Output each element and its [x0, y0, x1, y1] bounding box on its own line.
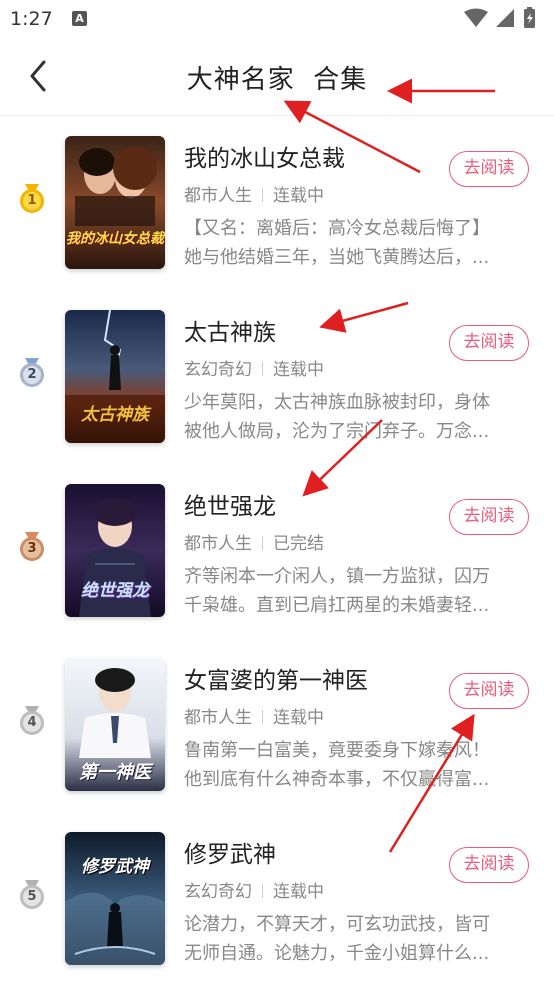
book-cover[interactable]: 太古神族 — [65, 310, 165, 443]
description-line: 论潜力，不算天才，可玄功武技，皆可 — [184, 914, 490, 935]
top-nav: 大神名家 合集 — [0, 38, 554, 116]
book-title[interactable]: 我的冰山女总裁 — [184, 139, 345, 173]
book-status: 连载中 — [273, 708, 324, 728]
book-description: 齐等闲本一介闲人，镇一方监狱，囚万 千枭雄。直到已肩扛两星的未婚妻轻... — [184, 562, 524, 620]
book-title[interactable]: 太古神族 — [184, 313, 276, 347]
read-button[interactable]: 去阅读 — [449, 673, 529, 709]
book-title[interactable]: 绝世强龙 — [184, 487, 276, 521]
cover-title: 我的冰山女总裁 — [66, 231, 164, 247]
description-line: 被他人做局，沦为了宗门弃子。万念... — [184, 421, 490, 442]
read-button[interactable]: 去阅读 — [449, 325, 529, 361]
meta-divider — [262, 362, 263, 376]
meta-divider — [262, 188, 263, 202]
description-line: 齐等闲本一介闲人，镇一方监狱，囚万 — [184, 566, 490, 587]
cellular-icon — [496, 9, 514, 27]
book-cover[interactable]: 第一神医 — [65, 658, 165, 791]
book-category: 玄幻奇幻 — [184, 882, 252, 902]
book-cover[interactable]: 修罗武神 — [65, 832, 165, 965]
rank-number: 1 — [27, 193, 37, 208]
book-status: 连载中 — [273, 186, 324, 206]
meta-divider — [262, 884, 263, 898]
cover-title: 第一神医 — [79, 762, 151, 783]
book-item[interactable]: 5 修罗武神 修罗武神 玄幻奇幻 连载中 论潜力，不算天才，可玄功武技，皆可 无… — [0, 813, 554, 984]
status-time: 1:27 — [10, 8, 53, 30]
book-meta: 玄幻奇幻 连载中 — [184, 355, 324, 380]
wifi-icon — [464, 8, 488, 27]
book-description: 论潜力，不算天才，可玄功武技，皆可 无师自通。论魅力，千金小姐算什么... — [184, 910, 524, 968]
book-status: 连载中 — [273, 360, 324, 380]
book-description: 【又名：离婚后：高冷女总裁后悔了】 她与他结婚三年，当她飞黄腾达后，... — [184, 214, 524, 272]
book-meta: 都市人生 连载中 — [184, 181, 324, 206]
rank-badge-bronze: 3 — [19, 532, 45, 562]
book-item[interactable]: 1 我的冰山女总裁 我的冰山女总裁 都市人生 连载中 【又名：离婚后：高冷女总裁… — [0, 117, 554, 291]
description-line: 【又名：离婚后：高冷女总裁后悔了】 — [184, 218, 490, 239]
meta-divider — [262, 710, 263, 724]
description-line: 鲁南第一白富美，竟要委身下嫁秦风！ — [184, 740, 490, 761]
book-category: 都市人生 — [184, 708, 252, 728]
description-line: 少年莫阳，太古神族血脉被封印，身体 — [184, 392, 490, 413]
cover-title: 修罗武神 — [81, 857, 149, 877]
book-item[interactable]: 3 绝世强龙 绝世强龙 都市人生 已完结 齐等闲本一介闲人，镇一方监狱，囚万 千… — [0, 465, 554, 639]
notification-icon: A — [72, 11, 87, 26]
book-category: 都市人生 — [184, 186, 252, 206]
rank-badge-gold: 1 — [19, 184, 45, 214]
rank-number: 5 — [27, 889, 37, 904]
book-item[interactable]: 2 太古神族 太古神族 玄幻奇幻 连载中 少年莫阳，太古神族血脉被封印，身体 被… — [0, 291, 554, 465]
book-meta: 都市人生 连载中 — [184, 703, 324, 728]
book-category: 都市人生 — [184, 534, 252, 554]
rank-badge-silver: 2 — [19, 358, 45, 388]
rank-number: 4 — [27, 715, 37, 730]
book-title[interactable]: 女富婆的第一神医 — [184, 661, 368, 695]
cover-title: 太古神族 — [81, 405, 149, 425]
description-line: 无师自通。论魅力，千金小姐算什么... — [184, 943, 490, 964]
description-line: 他到底有什么神奇本事，不仅赢得富... — [184, 769, 490, 790]
book-category: 玄幻奇幻 — [184, 360, 252, 380]
rank-number: 2 — [27, 367, 37, 382]
book-item[interactable]: 4 第一神医 女富婆的第一神医 都市人生 连载中 鲁南第一白富美，竟要委身下嫁秦… — [0, 639, 554, 813]
status-bar: 1:27 A — [0, 0, 554, 38]
book-title[interactable]: 修罗武神 — [184, 835, 276, 869]
status-icons — [464, 7, 535, 28]
book-meta: 都市人生 已完结 — [184, 529, 324, 554]
page-title: 大神名家 合集 — [186, 65, 368, 95]
book-status: 连载中 — [273, 882, 324, 902]
read-button[interactable]: 去阅读 — [449, 847, 529, 883]
book-description: 鲁南第一白富美，竟要委身下嫁秦风！ 他到底有什么神奇本事，不仅赢得富... — [184, 736, 524, 794]
description-line: 她与他结婚三年，当她飞黄腾达后，... — [184, 247, 490, 268]
read-button[interactable]: 去阅读 — [449, 151, 529, 187]
book-cover[interactable]: 我的冰山女总裁 — [65, 136, 165, 269]
rank-badge-plain: 5 — [19, 880, 45, 910]
book-meta: 玄幻奇幻 连载中 — [184, 877, 324, 902]
rank-number: 3 — [27, 541, 37, 556]
cover-title: 绝世强龙 — [81, 581, 149, 601]
description-line: 千枭雄。直到已肩扛两星的未婚妻轻... — [184, 595, 490, 616]
book-description: 少年莫阳，太古神族血脉被封印，身体 被他人做局，沦为了宗门弃子。万念... — [184, 388, 524, 446]
book-cover[interactable]: 绝世强龙 — [65, 484, 165, 617]
rank-badge-plain: 4 — [19, 706, 45, 736]
cover-image — [65, 136, 165, 269]
read-button[interactable]: 去阅读 — [449, 499, 529, 535]
book-status: 已完结 — [273, 534, 324, 554]
meta-divider — [262, 536, 263, 550]
